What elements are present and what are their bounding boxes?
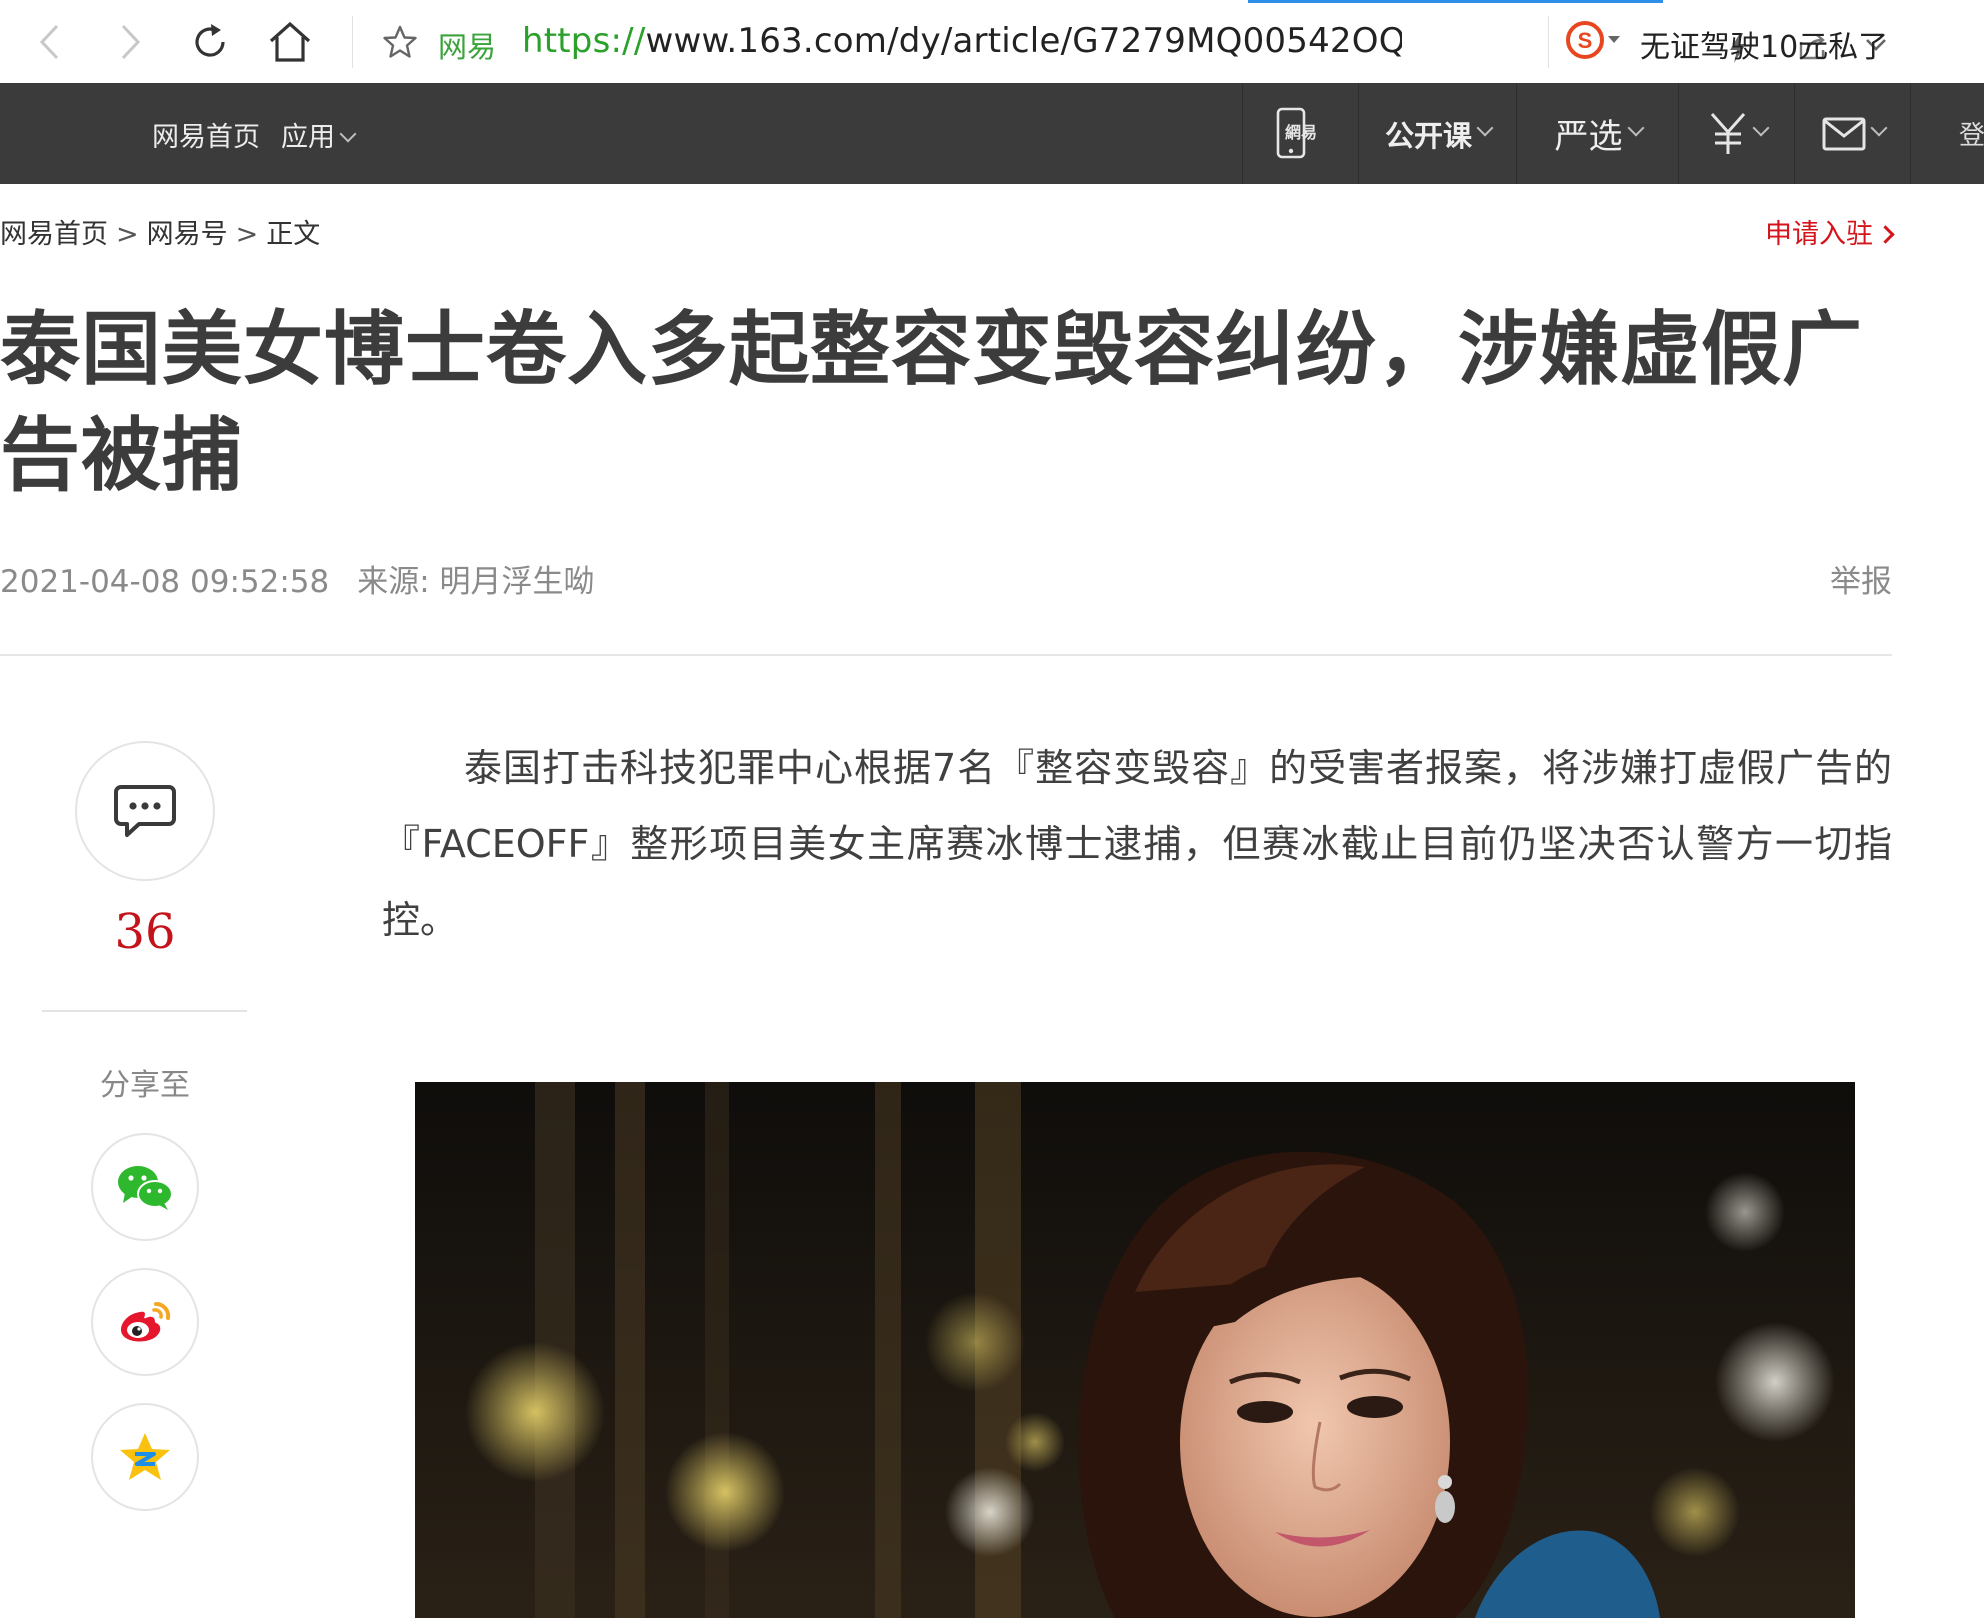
home-button[interactable] xyxy=(265,14,315,70)
forward-button[interactable] xyxy=(105,14,155,70)
nav-yanxuan[interactable]: 严选 xyxy=(1516,83,1679,184)
portrait-photo xyxy=(415,1082,1855,1618)
toolbar-separator xyxy=(1548,16,1549,68)
breadcrumb-current: 正文 xyxy=(266,219,321,250)
nav-open-course[interactable]: 公开课 xyxy=(1358,83,1517,184)
side-divider xyxy=(42,1010,247,1012)
svg-text:S: S xyxy=(1578,28,1593,53)
article-lead-paragraph: 泰国打击科技犯罪中心根据7名『整容变毁容』的受害者报案，将涉嫌打虚假广告的『FA… xyxy=(382,746,1892,942)
apply-join-label: 申请入驻 xyxy=(1765,219,1873,250)
url-path: www.163.com/dy/article/G7279MQ00542OQM xyxy=(645,21,1402,61)
breadcrumb-netease-hao[interactable]: 网易号 xyxy=(147,219,228,250)
share-to-label: 分享至 xyxy=(100,1068,190,1103)
chevron-down-icon xyxy=(1627,119,1644,136)
nav-mail[interactable] xyxy=(1794,83,1911,184)
breadcrumb-separator: > xyxy=(235,219,259,250)
comment-button[interactable] xyxy=(75,741,215,881)
meta-divider xyxy=(0,654,1892,656)
reload-icon xyxy=(195,24,225,57)
nav-yanxuan-label: 严选 xyxy=(1554,117,1623,157)
article-photo[interactable] xyxy=(415,1082,1855,1618)
chevron-down-icon xyxy=(1752,119,1769,136)
article-source[interactable]: 来源: 明月浮生呦 xyxy=(357,564,594,600)
sogou-icon[interactable]: S xyxy=(1565,20,1605,60)
site-identity-label: 网易 xyxy=(438,30,497,64)
back-icon xyxy=(39,24,59,60)
search-engine-caret[interactable] xyxy=(1608,36,1620,43)
nav-apps-menu[interactable]: 应用 xyxy=(281,115,357,154)
chevron-right-icon xyxy=(1876,225,1895,244)
back-button[interactable] xyxy=(25,14,75,70)
breadcrumb: 网易首页 > 网易号 > 正文 xyxy=(0,212,320,251)
nav-apps-label: 应用 xyxy=(281,122,335,153)
nav-finance[interactable] xyxy=(1678,83,1795,184)
qzone-icon xyxy=(120,1433,170,1480)
article-meta: 2021-04-08 09:52:58 来源: 明月浮生呦 xyxy=(0,556,595,601)
report-link[interactable]: 举报 xyxy=(1830,556,1892,601)
weibo-icon xyxy=(120,1301,171,1342)
breadcrumb-home[interactable]: 网易首页 xyxy=(0,219,108,250)
address-bar[interactable]: 网易 https://www.163.com/dy/article/G7279M… xyxy=(372,10,1886,74)
chevron-down-icon xyxy=(1476,119,1494,136)
star-icon[interactable] xyxy=(382,24,418,60)
yen-icon xyxy=(1710,112,1745,154)
svg-text:網易: 網易 xyxy=(1285,123,1317,142)
wechat-icon xyxy=(118,1166,173,1210)
chevron-down-icon xyxy=(1870,119,1887,136)
comment-count[interactable]: 36 xyxy=(75,904,215,960)
nav-login[interactable]: 登 xyxy=(1910,83,1984,184)
reload-button[interactable] xyxy=(185,14,235,70)
forward-icon xyxy=(121,24,141,60)
browser-toolbar: 网易 https://www.163.com/dy/article/G7279M… xyxy=(0,0,1984,84)
article-title: 泰国美女博士卷入多起整容变毁容纠纷，涉嫌虚假广告被捕 xyxy=(0,303,1863,502)
nav-open-course-label: 公开课 xyxy=(1384,118,1472,153)
mail-icon xyxy=(1822,117,1865,150)
share-qzone-button[interactable] xyxy=(91,1403,199,1511)
home-icon xyxy=(269,21,311,62)
publish-datetime: 2021-04-08 09:52:58 xyxy=(0,564,330,600)
share-weibo-button[interactable] xyxy=(91,1268,199,1376)
url-text[interactable]: https://www.163.com/dy/article/G7279MQ00… xyxy=(522,21,1402,61)
nav-netease-home[interactable]: 网易首页 xyxy=(152,115,260,154)
search-box-text[interactable]: 无证驾驶10元私了 xyxy=(1640,22,1888,66)
chevron-down-icon xyxy=(339,125,357,143)
page-load-progress xyxy=(1248,0,1663,3)
mobile-app-icon: 網易 xyxy=(1276,107,1317,158)
comment-icon xyxy=(114,785,176,837)
apply-join-link[interactable]: 申请入驻 xyxy=(1765,212,1895,251)
nav-mobile-app[interactable]: 網易 xyxy=(1242,83,1359,184)
toolbar-separator xyxy=(352,16,353,68)
breadcrumb-separator: > xyxy=(116,219,139,250)
url-scheme: https:// xyxy=(522,21,646,61)
share-wechat-button[interactable] xyxy=(91,1133,199,1241)
site-navbar: 网易首页 应用 網易 公开课 严选 登 xyxy=(0,83,1984,184)
